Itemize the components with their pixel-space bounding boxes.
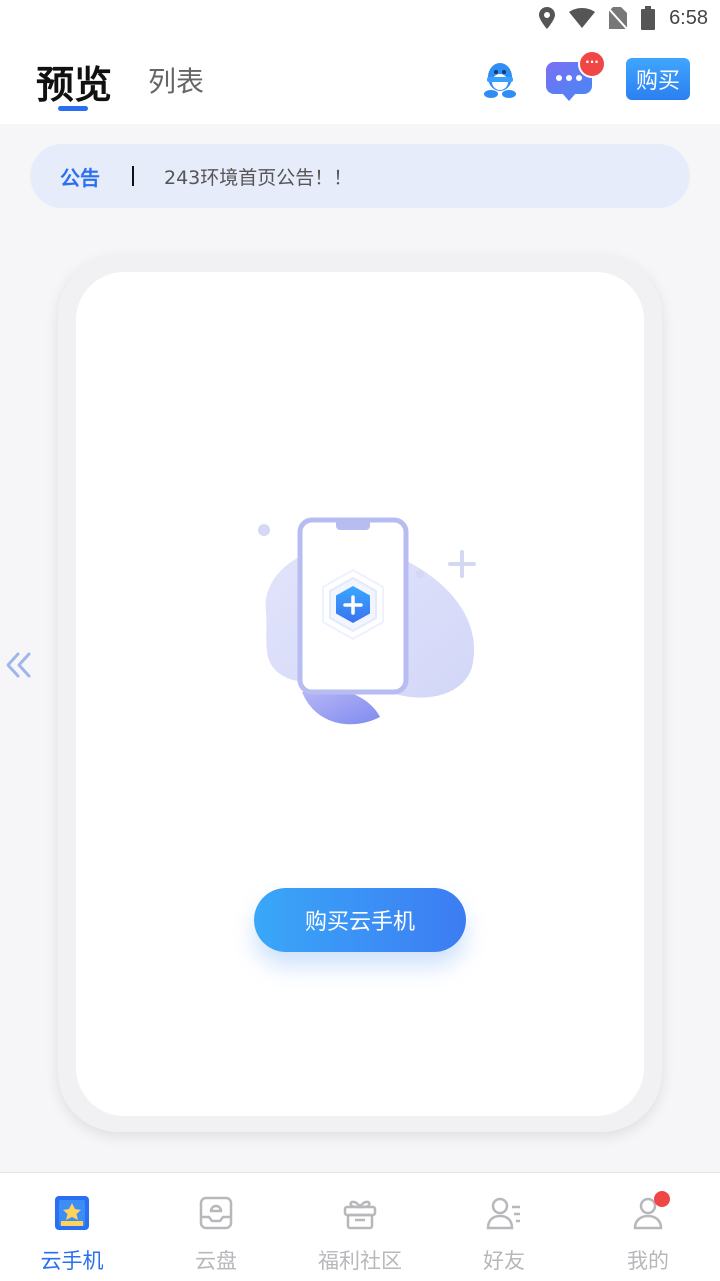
nav-item-profile[interactable]: 我的 xyxy=(576,1173,720,1281)
double-chevron-left-icon[interactable] xyxy=(4,650,34,680)
announcement-divider xyxy=(132,166,134,186)
status-bar: 6:58 xyxy=(0,0,720,36)
cloud-disk-icon xyxy=(199,1196,233,1230)
status-icons: 6:58 xyxy=(539,5,708,31)
top-header: 预览 列表 ··· 购买 xyxy=(0,36,720,124)
no-sim-icon xyxy=(609,7,628,29)
buy-cloud-phone-label: 购买云手机 xyxy=(304,910,415,935)
nav-label-friends: 好友 xyxy=(483,1249,525,1273)
gift-icon xyxy=(343,1200,377,1230)
active-tab-indicator xyxy=(58,106,88,111)
empty-phone-illustration xyxy=(258,517,476,725)
buy-button-label: 购买 xyxy=(635,69,680,94)
status-time: 6:58 xyxy=(669,6,708,29)
message-button[interactable]: ··· xyxy=(546,50,606,101)
cloud-phone-card-screen: 购买云手机 xyxy=(76,272,644,1116)
nav-item-cloud-disk[interactable]: 云盘 xyxy=(144,1173,288,1281)
nav-label-welfare-community: 福利社区 xyxy=(318,1249,402,1273)
cloud-phone-card: 购买云手机 xyxy=(58,256,662,1132)
announcement-text: 243环境首页公告！！ xyxy=(164,167,353,189)
nav-label-profile: 我的 xyxy=(627,1249,669,1273)
nav-item-friends[interactable]: 好友 xyxy=(432,1173,576,1281)
cloud-phone-icon xyxy=(55,1196,89,1230)
nav-item-welfare-community[interactable]: 福利社区 xyxy=(288,1173,432,1281)
buy-button[interactable]: 购买 xyxy=(626,58,690,100)
buy-cloud-phone-button[interactable]: 购买云手机 xyxy=(254,888,466,952)
nav-label-cloud-phone: 云手机 xyxy=(40,1249,104,1273)
friends-icon xyxy=(486,1197,520,1230)
nav-item-cloud-phone[interactable]: 云手机 xyxy=(0,1173,144,1281)
tab-preview[interactable]: 预览 xyxy=(36,54,112,109)
bottom-nav: 云手机 云盘 福利社区 好友 我的 xyxy=(0,1172,720,1281)
announcement-bar[interactable]: 公告 243环境首页公告！！ xyxy=(30,144,690,208)
wifi-icon xyxy=(569,8,596,28)
message-badge-text: ··· xyxy=(585,55,599,69)
location-icon xyxy=(539,7,556,29)
message-badge: ··· xyxy=(578,50,606,78)
profile-notification-dot xyxy=(654,1191,670,1207)
nav-label-cloud-disk: 云盘 xyxy=(195,1249,237,1273)
battery-icon xyxy=(641,6,656,30)
tab-list[interactable]: 列表 xyxy=(148,60,204,100)
announcement-label: 公告 xyxy=(60,166,100,190)
qq-penguin-icon[interactable] xyxy=(482,60,518,100)
